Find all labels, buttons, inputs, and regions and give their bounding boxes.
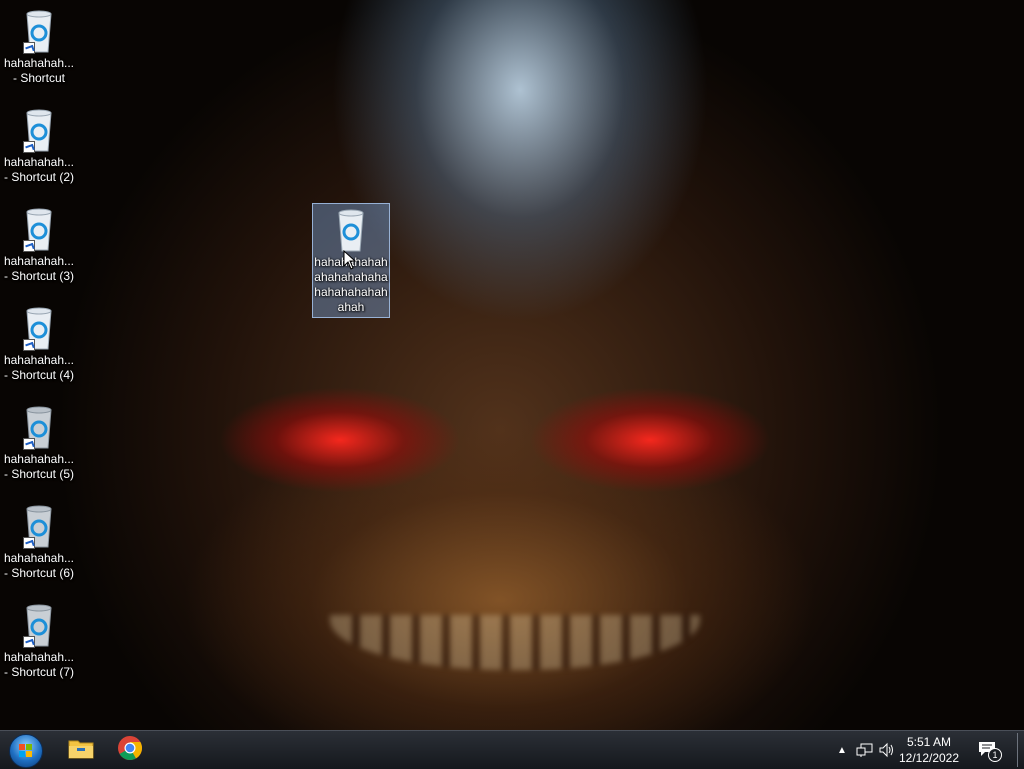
shortcut-arrow-icon [23, 141, 35, 153]
recycle-bin-icon [327, 207, 375, 253]
notifications-icon: 1 [978, 740, 1002, 762]
desktop-shortcut-2[interactable]: hahahahah... - Shortcut (2) [1, 107, 77, 185]
desktop-shortcut-6[interactable]: hahahahah... - Shortcut (6) [1, 503, 77, 581]
desktop-icon-label: hahahahah... - Shortcut (2) [3, 155, 75, 184]
recycle-bin-icon [15, 305, 63, 351]
shortcut-arrow-icon [23, 636, 35, 648]
clock-date: 12/12/2022 [898, 751, 960, 765]
mouse-cursor-icon [343, 249, 357, 270]
file-explorer-button[interactable] [61, 734, 101, 767]
recycle-bin-empty-icon [15, 404, 63, 450]
desktop-icon-label: hahahahah... - Shortcut (5) [3, 452, 75, 481]
shortcut-arrow-icon [23, 42, 35, 54]
recycle-bin-icon [15, 8, 63, 54]
desktop-shortcut-1[interactable]: hahahahah... - Shortcut [1, 8, 77, 86]
desktop-icon-label: hahahahah... - Shortcut (4) [3, 353, 75, 382]
shortcut-arrow-icon [23, 240, 35, 252]
action-center-button[interactable]: 1 [972, 731, 1006, 769]
show-desktop-button[interactable] [1017, 733, 1024, 767]
desktop-shortcut-3[interactable]: hahahahah... - Shortcut (3) [1, 206, 77, 284]
desktop-shortcut-5[interactable]: hahahahah... - Shortcut (5) [1, 404, 77, 482]
notification-badge: 1 [988, 748, 1002, 762]
desktop-icon-label: hahahahah... - Shortcut (3) [3, 254, 75, 283]
recycle-bin-empty-icon [15, 503, 63, 549]
chrome-icon [117, 735, 143, 766]
recycle-bin-icon [15, 107, 63, 153]
recycle-bin-icon [15, 206, 63, 252]
desktop-shortcut-7[interactable]: hahahahah... - Shortcut (7) [1, 602, 77, 680]
shortcut-arrow-icon [23, 537, 35, 549]
shortcut-arrow-icon [23, 339, 35, 351]
chevron-up-icon: ▲ [837, 744, 847, 756]
wallpaper-teeth [330, 615, 700, 670]
network-button[interactable] [854, 731, 876, 769]
tray-overflow-button[interactable]: ▲ [832, 731, 852, 769]
clock-time: 5:51 AM [906, 735, 952, 749]
network-icon [856, 743, 873, 757]
windows-start-orb-icon [9, 733, 43, 768]
desktop-icon-label: hahahahah... - Shortcut [3, 56, 75, 85]
desktop-icon-label: hahahahah... - Shortcut (6) [3, 551, 75, 580]
clock[interactable]: 5:51 AM 12/12/2022 [894, 731, 964, 769]
recycle-bin-empty-icon [15, 602, 63, 648]
chrome-button[interactable] [110, 734, 150, 767]
desktop-shortcut-4[interactable]: hahahahah... - Shortcut (4) [1, 305, 77, 383]
desktop-icon-label: hahahahah... - Shortcut (7) [3, 650, 75, 679]
start-button[interactable] [6, 733, 46, 768]
file-explorer-icon [68, 737, 94, 764]
shortcut-arrow-icon [23, 438, 35, 450]
desktop-wallpaper [0, 0, 1024, 730]
taskbar: ▲ 5:51 AM 12/12/2022 1 [0, 730, 1024, 769]
